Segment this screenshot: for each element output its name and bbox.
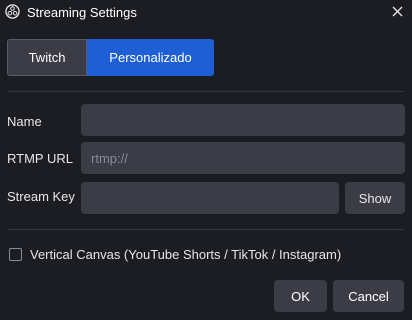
name-input[interactable] (81, 104, 405, 136)
title-bar: Streaming Settings (0, 0, 412, 24)
cancel-button[interactable]: Cancel (333, 280, 404, 312)
obs-logo-icon (5, 4, 20, 19)
rtmp-url-input[interactable] (81, 142, 405, 174)
ok-button[interactable]: OK (274, 280, 327, 312)
vertical-canvas-option[interactable]: Vertical Canvas (YouTube Shorts / TikTok… (9, 247, 341, 262)
tab-twitch[interactable]: Twitch (7, 39, 87, 76)
tab-personalizado[interactable]: Personalizado (87, 39, 214, 76)
rtmp-url-label: RTMP URL (7, 151, 73, 166)
close-icon[interactable] (392, 6, 403, 17)
window-title: Streaming Settings (27, 5, 137, 20)
service-tabs: Twitch Personalizado (7, 39, 214, 76)
divider (7, 229, 404, 230)
divider (7, 91, 404, 92)
stream-key-label: Stream Key (7, 189, 75, 204)
vertical-canvas-label: Vertical Canvas (YouTube Shorts / TikTok… (30, 247, 342, 262)
show-key-button[interactable]: Show (345, 182, 405, 214)
name-label: Name (7, 114, 42, 129)
stream-key-input[interactable] (81, 182, 339, 214)
vertical-canvas-checkbox[interactable] (9, 248, 22, 261)
